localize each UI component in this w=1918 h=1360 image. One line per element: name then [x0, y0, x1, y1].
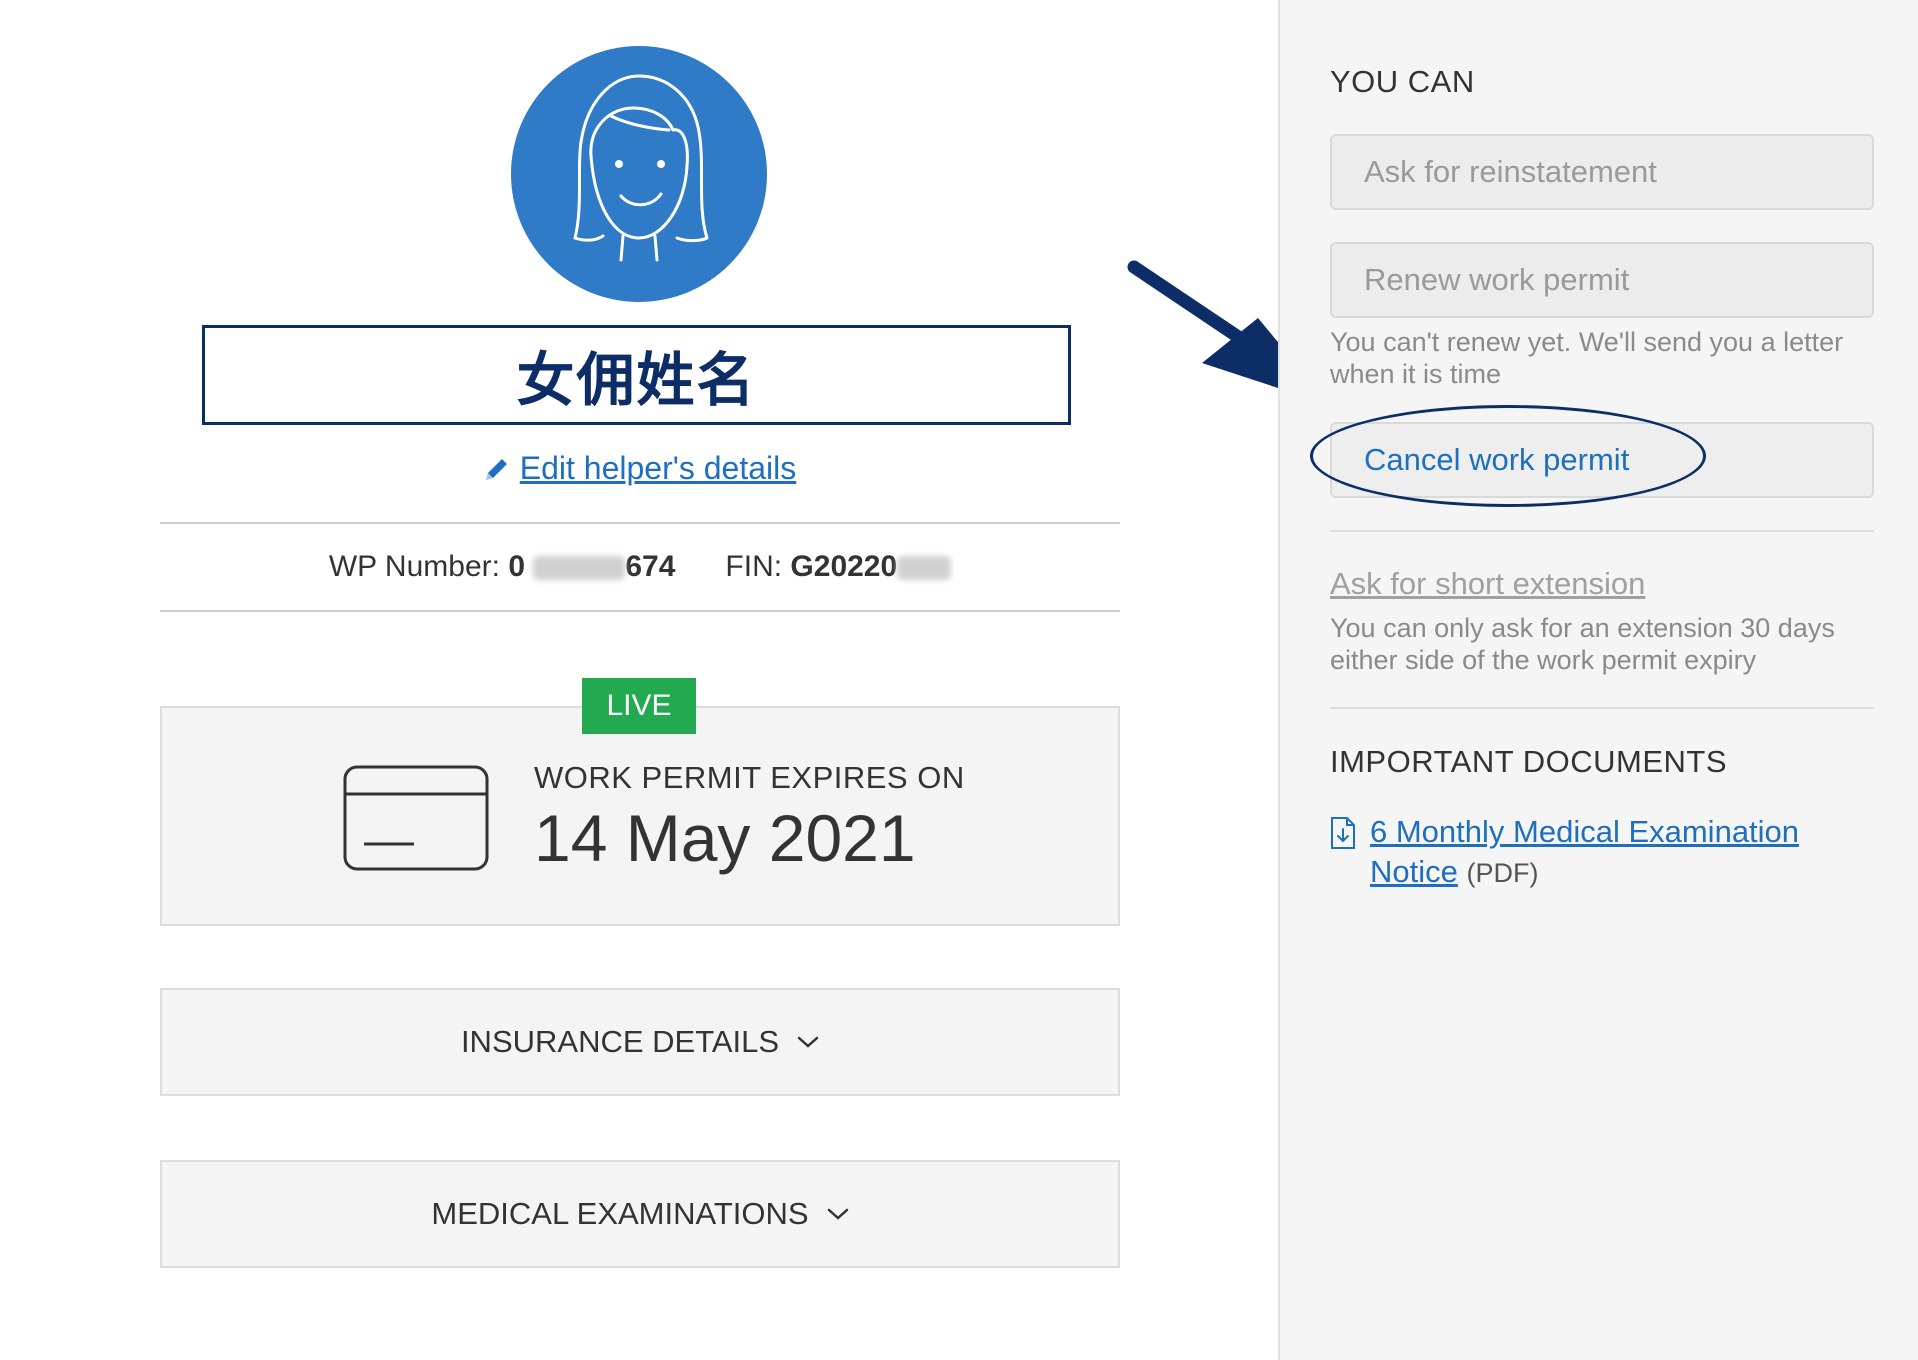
wp-number-prefix: 0 — [508, 550, 525, 583]
fin-number: FIN: G20220 — [725, 550, 952, 584]
renew-work-permit-button[interactable]: Renew work permit — [1330, 242, 1874, 318]
pencil-icon — [485, 458, 507, 480]
document-type-label: (PDF) — [1466, 858, 1539, 888]
helper-profile-panel: 女佣姓名 Edit helper's details WP Number: 0 … — [0, 0, 1330, 1360]
ask-for-reinstatement-button[interactable]: Ask for reinstatement — [1330, 134, 1874, 210]
helper-avatar — [511, 46, 767, 302]
expiry-date: 14 May 2021 — [534, 801, 916, 875]
permit-expiry-card: WORK PERMIT EXPIRES ON 14 May 2021 — [160, 706, 1120, 926]
card-icon — [343, 765, 489, 871]
chevron-down-icon — [827, 1208, 848, 1220]
identity-numbers: WP Number: 0 674 FIN: G20220 — [160, 522, 1120, 612]
wp-number-redacted — [533, 556, 626, 581]
actions-sidebar: YOU CAN Ask for reinstatement Renew work… — [1278, 0, 1918, 1360]
fin-label: FIN: — [725, 550, 783, 583]
helper-name: 女佣姓名 — [516, 346, 757, 414]
status-badge: LIVE — [582, 678, 696, 734]
medical-examinations-accordion[interactable]: MEDICAL EXAMINATIONS — [160, 1160, 1120, 1268]
wp-number-label: WP Number: — [328, 550, 500, 583]
medical-examination-notice-link[interactable]: 6 Monthly Medical Examination Notice — [1370, 814, 1799, 889]
edit-helper-details-link[interactable]: Edit helper's details — [520, 450, 796, 487]
helper-name-box: 女佣姓名 — [202, 325, 1071, 425]
fin-redacted — [897, 556, 952, 581]
female-avatar-icon — [573, 74, 709, 262]
expiry-label: WORK PERMIT EXPIRES ON — [534, 760, 965, 795]
edit-details-row: Edit helper's details — [0, 450, 1278, 487]
wp-number-suffix: 674 — [625, 550, 676, 583]
sidebar-divider — [1330, 707, 1874, 709]
renew-hint: You can't renew yet. We'll send you a le… — [1330, 327, 1844, 389]
medical-examinations-label: MEDICAL EXAMINATIONS — [431, 1196, 809, 1231]
wp-number: WP Number: 0 674 — [329, 550, 676, 584]
ask-for-short-extension-link[interactable]: Ask for short extension — [1330, 566, 1645, 602]
pdf-download-icon — [1331, 817, 1355, 849]
important-documents-heading: IMPORTANT DOCUMENTS — [1330, 744, 1728, 779]
chevron-down-icon — [797, 1036, 819, 1048]
sidebar-divider — [1330, 530, 1874, 532]
short-extension-hint: You can only ask for an extension 30 day… — [1330, 613, 1835, 675]
you-can-heading: YOU CAN — [1330, 64, 1475, 99]
insurance-details-label: INSURANCE DETAILS — [460, 1024, 780, 1059]
insurance-details-accordion[interactable]: INSURANCE DETAILS — [160, 988, 1120, 1096]
cancel-work-permit-button[interactable]: Cancel work permit — [1330, 422, 1874, 498]
fin-prefix: G20220 — [790, 550, 898, 583]
